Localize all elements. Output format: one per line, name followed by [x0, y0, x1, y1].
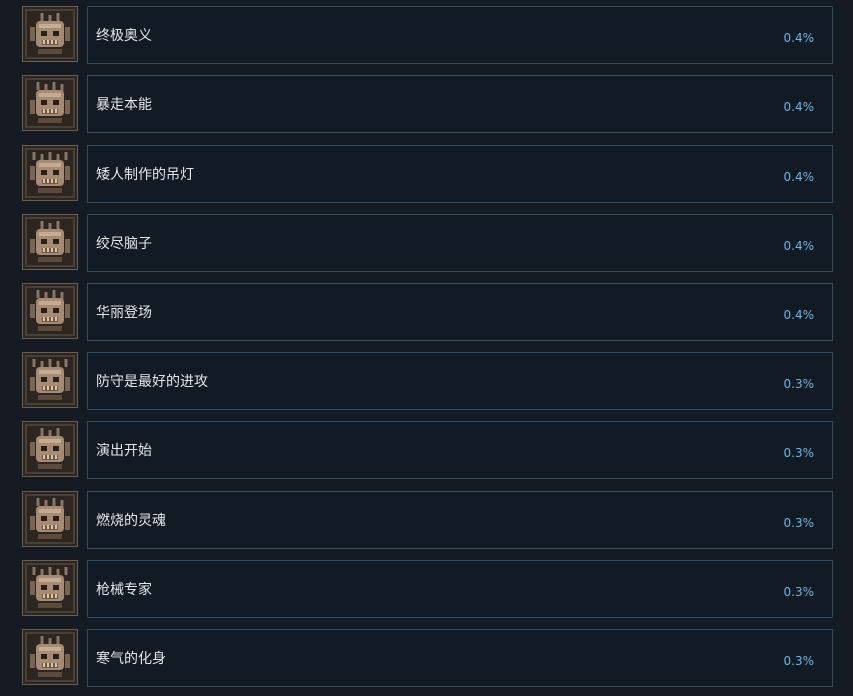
achievement-name: 枪械专家 — [96, 582, 152, 598]
burning-soul-icon — [22, 491, 78, 547]
achievement-card[interactable]: 寒气的化身 0.3% — [87, 629, 833, 687]
achievement-name: 华丽登场 — [96, 305, 152, 321]
achievement-name: 防守是最好的进攻 — [96, 374, 208, 390]
achievement-row[interactable]: 演出开始 0.3% — [0, 421, 853, 479]
achievement-unlock-percent: 0.4% — [783, 308, 815, 322]
achievement-row[interactable]: 枪械专家 0.3% — [0, 560, 853, 618]
achievement-card[interactable]: 枪械专家 0.3% — [87, 560, 833, 618]
achievement-unlock-percent: 0.4% — [783, 31, 815, 45]
achievement-row[interactable]: 华丽登场 0.4% — [0, 283, 853, 341]
rampage-instinct-icon — [22, 75, 78, 131]
show-begins-icon — [22, 421, 78, 477]
grand-entrance-icon — [22, 283, 78, 339]
achievement-unlock-percent: 0.3% — [783, 446, 815, 460]
achievement-card[interactable]: 矮人制作的吊灯 0.4% — [87, 145, 833, 203]
achievement-unlock-percent: 0.4% — [783, 100, 815, 114]
achievement-card[interactable]: 绞尽脑子 0.4% — [87, 214, 833, 272]
achievement-name: 暴走本能 — [96, 97, 152, 113]
achievement-card[interactable]: 燃烧的灵魂 0.3% — [87, 491, 833, 549]
achievement-name: 演出开始 — [96, 443, 152, 459]
achievement-row[interactable]: 防守是最好的进攻 0.3% — [0, 352, 853, 410]
achievement-row[interactable]: 燃烧的灵魂 0.3% — [0, 491, 853, 549]
achievement-name: 终极奥义 — [96, 28, 152, 44]
achievement-name: 矮人制作的吊灯 — [96, 167, 194, 183]
achievement-row[interactable]: 矮人制作的吊灯 0.4% — [0, 145, 853, 203]
achievement-row[interactable]: 寒气的化身 0.3% — [0, 629, 853, 687]
achievement-row[interactable]: 终极奥义 0.4% — [0, 6, 853, 64]
achievement-unlock-percent: 0.3% — [783, 654, 815, 668]
achievement-name: 寒气的化身 — [96, 651, 166, 667]
achievement-list: 终极奥义 0.4% 暴走本能 0.4% 矮人制作的吊灯 0.4% 绞尽脑子 0.4% 华丽登场 0… — [0, 0, 853, 696]
achievement-row[interactable]: 暴走本能 0.4% — [0, 75, 853, 133]
achievement-unlock-percent: 0.3% — [783, 516, 815, 530]
achievement-unlock-percent: 0.4% — [783, 170, 815, 184]
dwarf-chandelier-icon — [22, 145, 78, 201]
ultimate-art-icon — [22, 6, 78, 62]
achievement-unlock-percent: 0.3% — [783, 585, 815, 599]
achievement-name: 燃烧的灵魂 — [96, 513, 166, 529]
achievement-unlock-percent: 0.4% — [783, 239, 815, 253]
achievement-name: 绞尽脑子 — [96, 236, 152, 252]
achievement-card[interactable]: 防守是最好的进攻 0.3% — [87, 352, 833, 410]
achievement-row[interactable]: 绞尽脑子 0.4% — [0, 214, 853, 272]
firearms-expert-icon — [22, 560, 78, 616]
racking-brains-icon — [22, 214, 78, 270]
defense-offense-icon — [22, 352, 78, 408]
achievement-card[interactable]: 华丽登场 0.4% — [87, 283, 833, 341]
achievement-card[interactable]: 演出开始 0.3% — [87, 421, 833, 479]
achievement-unlock-percent: 0.3% — [783, 377, 815, 391]
achievement-card[interactable]: 暴走本能 0.4% — [87, 75, 833, 133]
frost-incarnate-icon — [22, 629, 78, 685]
achievement-card[interactable]: 终极奥义 0.4% — [87, 6, 833, 64]
